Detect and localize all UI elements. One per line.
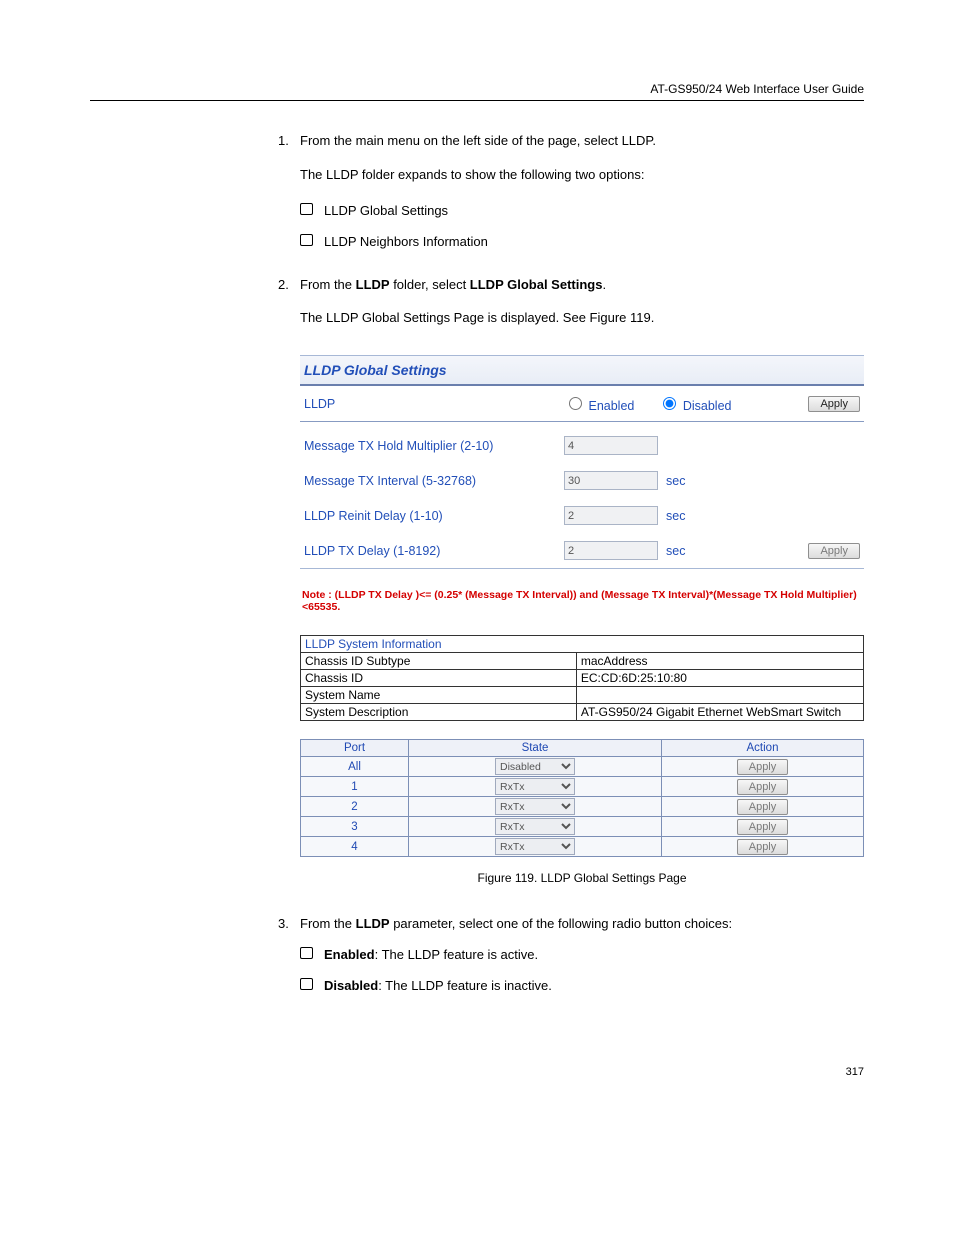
apply-row-1-button[interactable]: Apply bbox=[737, 779, 789, 795]
panel-title: LLDP Global Settings bbox=[300, 356, 864, 386]
figure-caption: Figure 119. LLDP Global Settings Page bbox=[300, 871, 864, 885]
table-row: 4 RxTx Apply bbox=[301, 837, 864, 857]
apply-row-2-button[interactable]: Apply bbox=[737, 799, 789, 815]
table-row: 3 RxTx Apply bbox=[301, 817, 864, 837]
step-2-text: 2.From the LLDP folder, select LLDP Glob… bbox=[300, 276, 864, 328]
col-state: State bbox=[409, 740, 662, 757]
tx-interval-input[interactable] bbox=[564, 471, 658, 490]
state-select-1[interactable]: RxTx bbox=[495, 778, 575, 795]
bullet-lldp-global-settings: LLDP Global Settings bbox=[324, 202, 864, 221]
apply-params-button[interactable]: Apply bbox=[808, 543, 860, 559]
reinit-delay-input[interactable] bbox=[564, 506, 658, 525]
state-select-3[interactable]: RxTx bbox=[495, 818, 575, 835]
unit-sec: sec bbox=[666, 544, 685, 558]
bullet-enabled-option: Enabled: The LLDP feature is active. bbox=[324, 946, 864, 965]
col-action: Action bbox=[662, 740, 864, 757]
state-select-2[interactable]: RxTx bbox=[495, 798, 575, 815]
note-constraint: Note : (LLDP TX Delay )<= (0.25* (Messag… bbox=[302, 589, 862, 613]
tx-delay-label: LLDP TX Delay (1-8192) bbox=[304, 544, 564, 558]
header-manual-title: AT-GS950/24 Web Interface User Guide bbox=[650, 82, 864, 96]
checkbox-icon bbox=[300, 203, 313, 215]
lldp-enabled-radio[interactable]: Enabled bbox=[564, 394, 634, 413]
apply-row-3-button[interactable]: Apply bbox=[737, 819, 789, 835]
apply-row-4-button[interactable]: Apply bbox=[737, 839, 789, 855]
checkbox-icon bbox=[300, 978, 313, 990]
unit-sec: sec bbox=[666, 509, 685, 523]
tx-delay-input[interactable] bbox=[564, 541, 658, 560]
port-state-table: Port State Action All Disabled Apply 1 R… bbox=[300, 739, 864, 857]
step-3-text: 3.From the LLDP parameter, select one of… bbox=[300, 915, 864, 934]
table-row: All Disabled Apply bbox=[301, 757, 864, 777]
checkbox-icon bbox=[300, 947, 313, 959]
figure-119: LLDP Global Settings LLDP Enabled Disabl… bbox=[300, 355, 864, 857]
table-row: 1 RxTx Apply bbox=[301, 777, 864, 797]
page-number: 317 bbox=[90, 1066, 864, 1078]
bullet-lldp-neighbors-info: LLDP Neighbors Information bbox=[324, 233, 864, 252]
checkbox-icon bbox=[300, 234, 313, 246]
sysinfo-title: LLDP System Information bbox=[300, 635, 864, 652]
state-select-4[interactable]: RxTx bbox=[495, 838, 575, 855]
reinit-delay-label: LLDP Reinit Delay (1-10) bbox=[304, 509, 564, 523]
apply-lldp-button[interactable]: Apply bbox=[808, 396, 860, 412]
tx-hold-mult-input[interactable] bbox=[564, 436, 658, 455]
step-1-text: 1.From the main menu on the left side of… bbox=[300, 131, 864, 184]
lldp-system-info-table: Chassis ID SubtypemacAddress Chassis IDE… bbox=[300, 652, 864, 721]
unit-sec: sec bbox=[666, 474, 685, 488]
table-row: 2 RxTx Apply bbox=[301, 797, 864, 817]
apply-row-all-button[interactable]: Apply bbox=[737, 759, 789, 775]
state-select-all[interactable]: Disabled bbox=[495, 758, 575, 775]
tx-interval-label: Message TX Interval (5-32768) bbox=[304, 474, 564, 488]
lldp-disabled-radio[interactable]: Disabled bbox=[658, 394, 731, 413]
tx-hold-mult-label: Message TX Hold Multiplier (2-10) bbox=[304, 439, 564, 453]
col-port: Port bbox=[301, 740, 409, 757]
bullet-disabled-option: Disabled: The LLDP feature is inactive. bbox=[324, 977, 864, 996]
lldp-label: LLDP bbox=[304, 397, 564, 411]
